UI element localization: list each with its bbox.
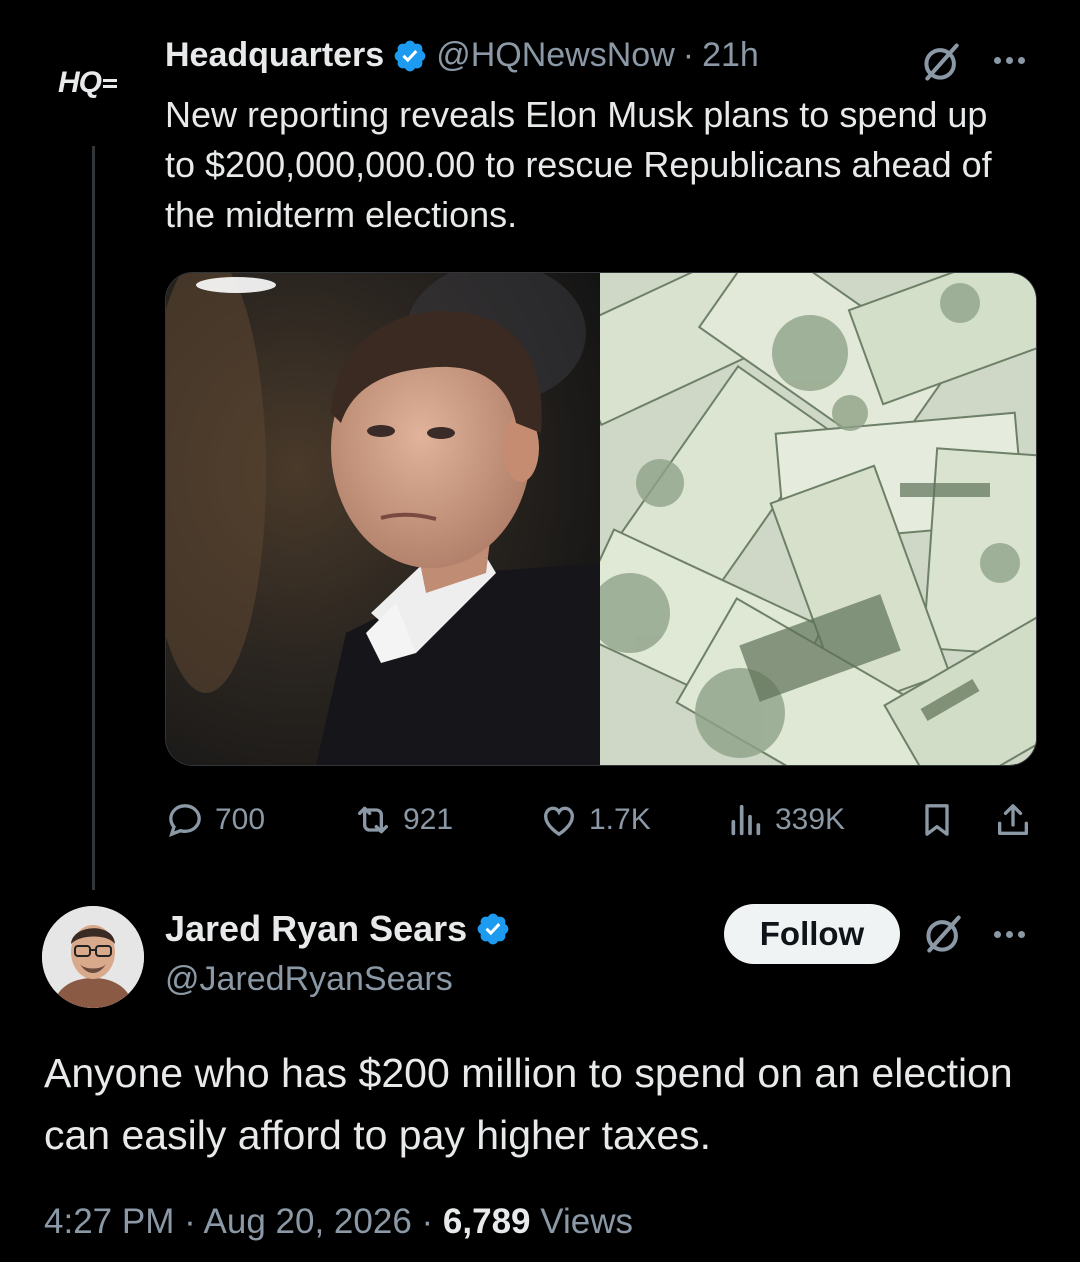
views-action[interactable]: 339K [725, 800, 845, 840]
quoted-tweet-actions: 700 921 1.7K 339K [165, 800, 1035, 844]
repost-icon [358, 806, 388, 834]
reply-icon [169, 804, 201, 838]
quoted-tweet-text: New reporting reveals Elon Musk plans to… [165, 94, 992, 235]
quoted-author-handle[interactable]: @HQNewsNow [436, 36, 675, 75]
tweet-meta: 4:27 PM · Aug 20, 2026 · 6,789 Views [44, 1202, 633, 1242]
meta-separator: · [421, 1202, 434, 1241]
header-separator: · [682, 36, 695, 74]
bookmark-action[interactable] [917, 800, 957, 840]
follow-button[interactable]: Follow [724, 904, 900, 964]
portrait-photo[interactable] [166, 273, 600, 765]
reply-count: 700 [215, 803, 266, 836]
views-count: 6,789 [442, 1202, 531, 1241]
portrait-photo-graphic [166, 273, 600, 765]
repost-action[interactable]: 921 [353, 800, 453, 840]
grok-icon[interactable] [920, 40, 964, 84]
reply-author-handle[interactable]: @JaredRyanSears [165, 960, 453, 999]
reply-action[interactable]: 700 [165, 800, 265, 840]
verified-badge-icon [477, 913, 509, 945]
hq-avatar-logo[interactable]: HQ [58, 66, 117, 100]
money-pile-photo[interactable] [557, 273, 1036, 765]
bookmark-icon [925, 804, 949, 836]
meta-separator: · [184, 1202, 196, 1241]
reply-author-row: Jared Ryan Sears [165, 908, 519, 950]
quoted-tweet-time[interactable]: 21h [702, 36, 759, 75]
like-count: 1.7K [589, 803, 651, 836]
tweet-date[interactable]: Aug 20, 2026 [204, 1202, 412, 1241]
money-pile-graphic [557, 273, 1036, 765]
quoted-tweet-header: Headquarters @HQNewsNow · 21h [165, 36, 759, 75]
quoted-author-name[interactable]: Headquarters [165, 36, 384, 75]
reply-author-name[interactable]: Jared Ryan Sears [165, 908, 467, 950]
avatar[interactable] [42, 906, 144, 1008]
repost-count: 921 [403, 803, 454, 836]
hq-logo-text: HQ [58, 66, 102, 99]
heart-icon [543, 806, 575, 837]
views-count: 339K [775, 803, 846, 836]
tweet-detail-view: HQ Headquarters @HQNewsNow · 21h New rep… [0, 0, 1080, 1262]
more-icon[interactable] [994, 57, 1025, 64]
grok-icon[interactable] [922, 912, 966, 956]
tweet-media[interactable] [165, 272, 1037, 766]
hq-logo-bars [103, 76, 117, 91]
reply-tweet-text: Anyone who has $200 million to spend on … [44, 1050, 1013, 1158]
share-icon [998, 804, 1028, 835]
avatar-photo [42, 906, 144, 1008]
tweet-time[interactable]: 4:27 PM [44, 1202, 174, 1241]
views-label: Views [540, 1202, 633, 1241]
views-icon [731, 804, 761, 836]
thread-connector-line [92, 146, 95, 890]
verified-badge-icon [394, 40, 426, 71]
more-icon[interactable] [994, 931, 1025, 938]
share-action[interactable] [993, 800, 1033, 840]
like-action[interactable]: 1.7K [539, 800, 651, 840]
